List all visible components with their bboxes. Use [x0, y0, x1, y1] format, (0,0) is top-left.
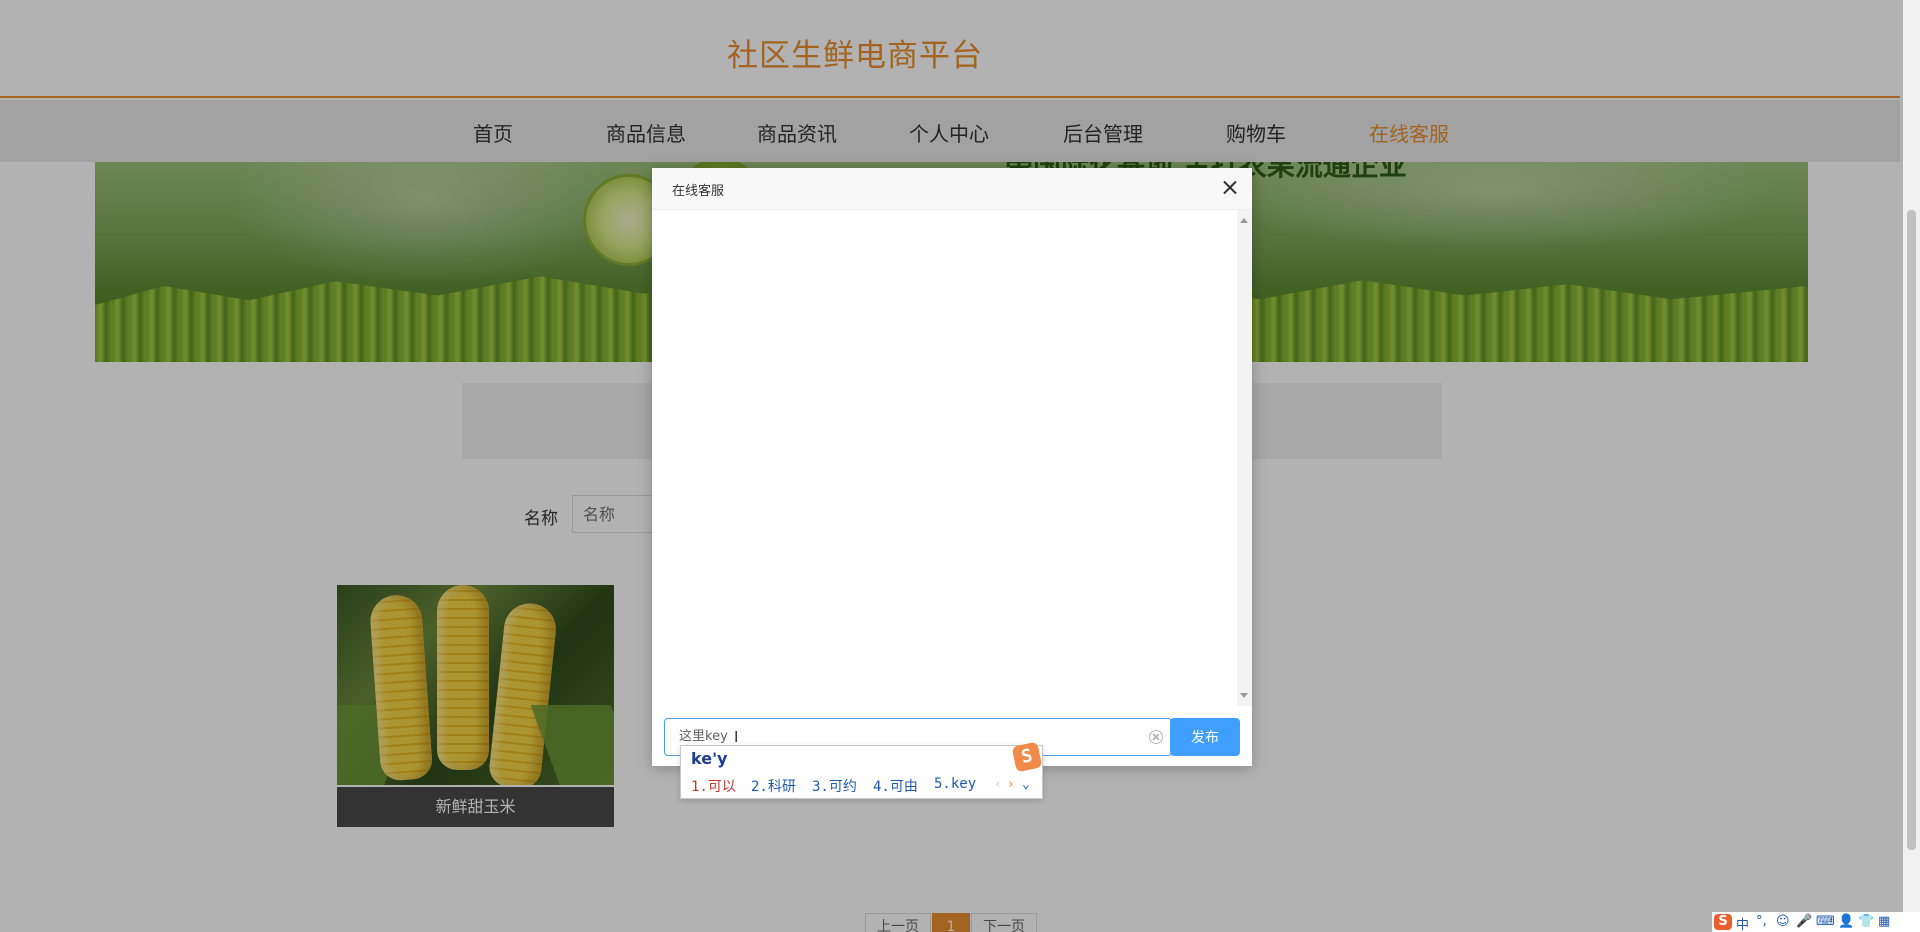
ime-toolbar: S 中 °, ☺ 🎤 ⌨ 👤 👕 ▦ — [1712, 912, 1920, 932]
send-button[interactable]: 发布 — [1170, 718, 1240, 756]
close-icon[interactable] — [1218, 176, 1242, 200]
dialog-title: 在线客服 — [672, 184, 725, 199]
chat-scrollbar[interactable] — [1237, 210, 1252, 706]
toolbox-icon[interactable]: ▦ — [1878, 914, 1890, 929]
chinese-mode-icon[interactable]: 中 — [1736, 914, 1749, 932]
ime-composition: ke'y — [691, 749, 728, 768]
chat-message-area[interactable] — [652, 210, 1252, 706]
sogou-logo-icon: S — [1011, 741, 1043, 773]
clear-input-icon[interactable] — [1149, 730, 1163, 744]
message-input-value: 这里key — [679, 729, 728, 744]
ime-candidate[interactable]: 5.key — [934, 776, 976, 792]
dialog-header: 在线客服 — [652, 168, 1252, 210]
sogou-icon[interactable]: S — [1714, 914, 1732, 930]
scroll-up-icon[interactable] — [1240, 218, 1248, 223]
ime-next-icon[interactable]: › — [1007, 777, 1015, 792]
scroll-down-icon[interactable] — [1240, 693, 1248, 698]
ime-candidate[interactable]: 1.可以 — [691, 776, 736, 796]
microphone-icon[interactable]: 🎤 — [1796, 914, 1812, 929]
ime-candidate[interactable]: 4.可由 — [873, 776, 918, 796]
user-icon[interactable]: 👤 — [1838, 914, 1854, 929]
keyboard-icon[interactable]: ⌨ — [1816, 914, 1835, 929]
page-scrollbar-thumb[interactable] — [1907, 210, 1916, 850]
ime-candidate[interactable]: 2.科研 — [751, 776, 796, 796]
chat-dialog: 在线客服 这里key I 发布 — [652, 168, 1252, 766]
text-cursor-icon: I — [734, 728, 739, 746]
punctuation-icon[interactable]: °, — [1756, 914, 1767, 929]
ime-candidate-window: ke'y S 1.可以 2.科研 3.可约 4.可由 5.key ‹ › ⌄ — [680, 741, 1043, 799]
skin-icon[interactable]: 👕 — [1858, 914, 1874, 929]
ime-expand-icon[interactable]: ⌄ — [1022, 777, 1030, 792]
emoji-icon[interactable]: ☺ — [1776, 914, 1790, 929]
page-scrollbar[interactable] — [1903, 0, 1920, 932]
ime-candidate[interactable]: 3.可约 — [812, 776, 857, 796]
ime-prev-icon[interactable]: ‹ — [994, 777, 1002, 792]
